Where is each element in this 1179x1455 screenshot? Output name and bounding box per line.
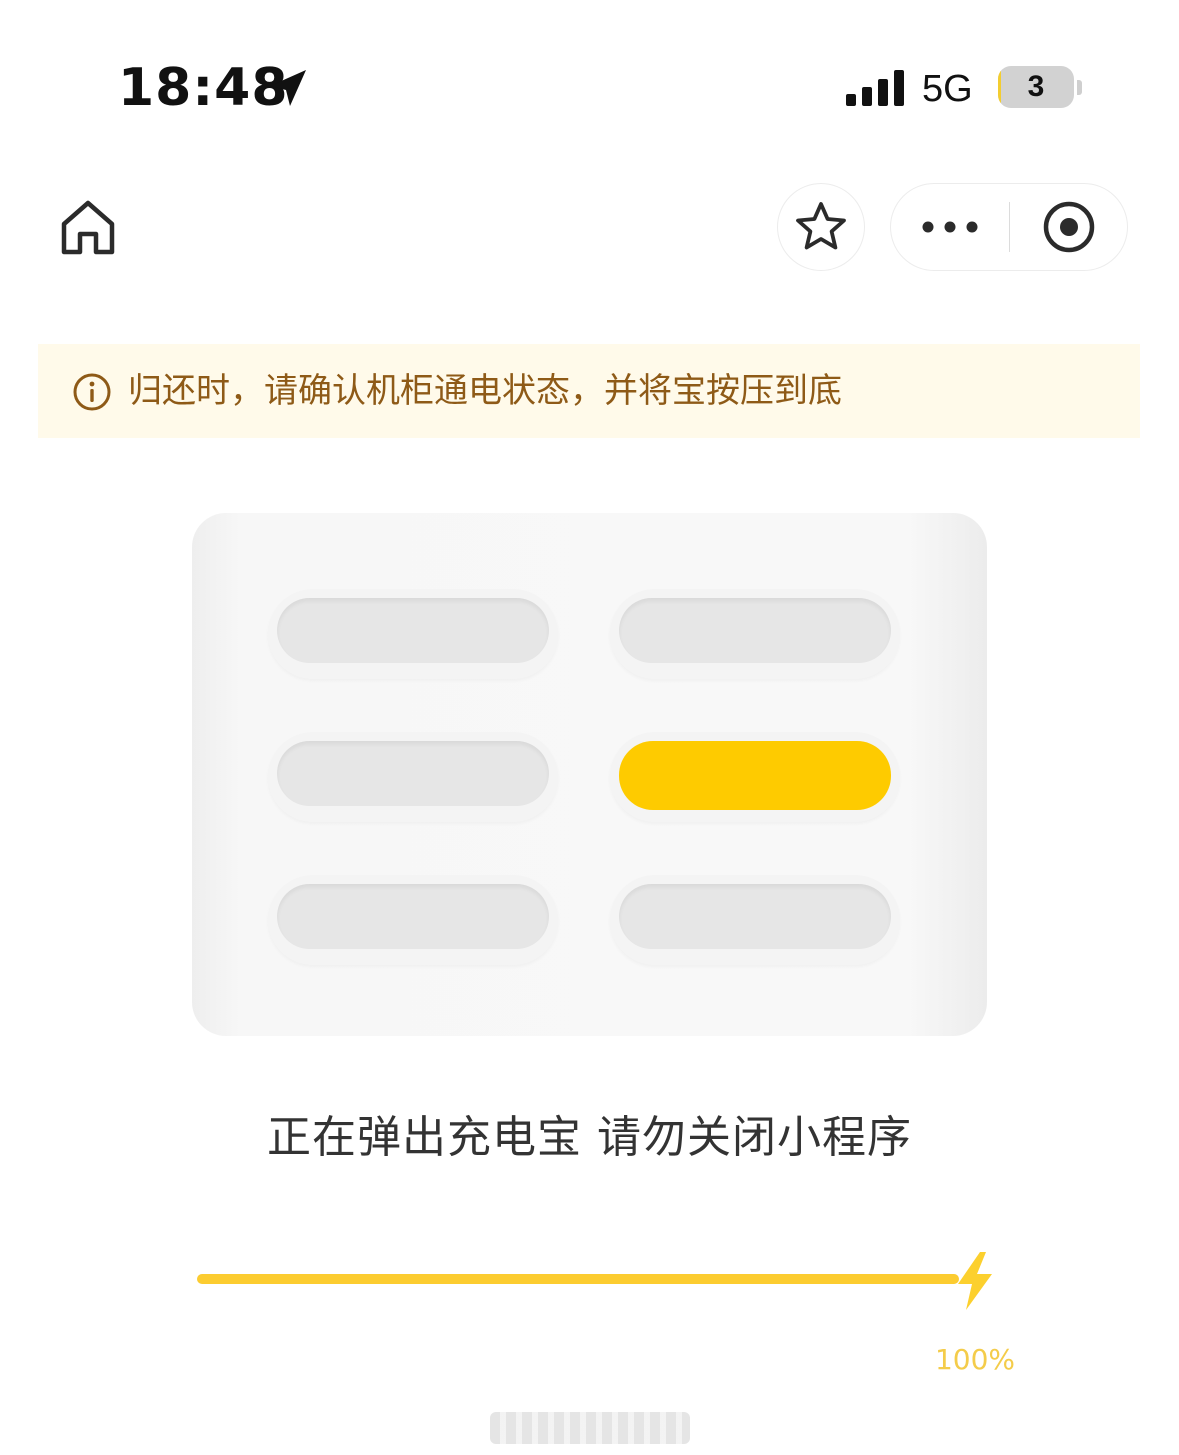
cabinet-slot	[268, 875, 558, 965]
battery-level: 3	[1027, 70, 1045, 103]
ejecting-status-message: 正在弹出充电宝 请勿关闭小程序	[267, 1112, 912, 1163]
more-button[interactable]	[891, 184, 1009, 270]
close-button[interactable]	[1010, 184, 1127, 270]
notice-text: 归还时，请确认机柜通电状态，并将宝按压到底	[128, 371, 842, 411]
home-icon[interactable]	[56, 196, 120, 260]
mini-program-capsule	[890, 183, 1128, 271]
status-time: 18:48	[118, 58, 289, 118]
progress-bar	[197, 1274, 959, 1284]
home-indicator	[490, 1412, 690, 1444]
battery-cap	[1077, 80, 1082, 95]
cellular-signal-icon	[846, 70, 904, 106]
slot-inner	[277, 598, 549, 663]
progress-fill	[197, 1274, 959, 1284]
network-type-label: 5G	[922, 68, 973, 110]
lightning-bolt-icon	[958, 1252, 992, 1310]
location-arrow-icon	[270, 70, 306, 106]
close-target-icon	[1043, 201, 1094, 253]
slot-inner	[619, 741, 891, 810]
star-icon	[796, 202, 846, 250]
slot-inner	[619, 598, 891, 663]
slot-inner	[619, 884, 891, 949]
slot-inner	[277, 884, 549, 949]
info-icon	[73, 373, 111, 411]
slot-inner	[277, 741, 549, 806]
cabinet-slot-active	[610, 732, 900, 822]
favorite-button[interactable]	[777, 183, 865, 271]
progress-percent-label: 100%	[934, 1343, 1016, 1376]
cabinet-slot	[610, 875, 900, 965]
cabinet-slot	[268, 589, 558, 679]
cabinet-slot	[610, 589, 900, 679]
cabinet-illustration	[192, 513, 987, 1036]
cabinet-slot	[268, 732, 558, 822]
battery-icon: 3	[998, 66, 1074, 108]
notice-banner: 归还时，请确认机柜通电状态，并将宝按压到底	[38, 344, 1140, 438]
more-dots-icon	[922, 221, 978, 233]
